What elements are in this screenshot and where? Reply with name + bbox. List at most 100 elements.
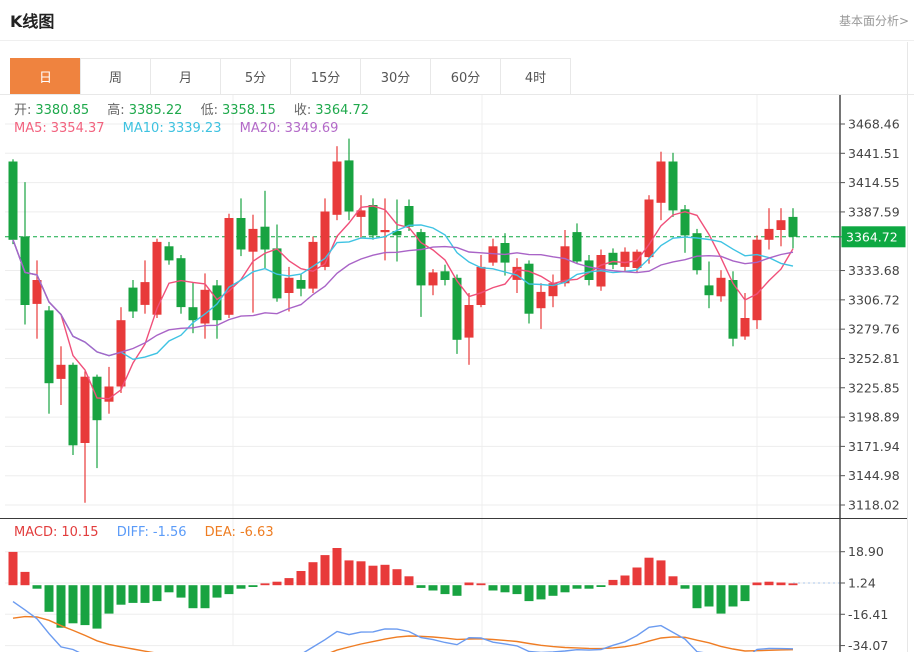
macd-header: MACD: 10.15 DIFF: -1.56 DEA: -6.63 — [14, 525, 274, 540]
diff-line — [13, 602, 793, 652]
tab-4时[interactable]: 4时 — [500, 58, 571, 95]
tab-30分[interactable]: 30分 — [360, 58, 431, 95]
price-axis-tick-label: 3225.85 — [848, 380, 900, 395]
price-axis-tick-label: 3414.55 — [848, 175, 900, 190]
candle — [573, 232, 582, 261]
candle — [705, 285, 714, 295]
macd-label: MACD: — [14, 525, 57, 540]
kline-chart[interactable]: 3468.46 3441.51 3414.55 3387.59 3364.72 3333.… — [0, 95, 914, 652]
current-price-tag-value: 3364.72 — [846, 229, 898, 244]
macd-axis-labels: 18.901.24-16.41-34.07 — [840, 544, 888, 652]
open-label: 开: — [14, 103, 31, 118]
candle — [765, 229, 774, 240]
tab-周[interactable]: 周 — [80, 58, 151, 95]
macd-histogram — [9, 548, 798, 629]
price-axis-tick-label: 3468.46 — [848, 117, 900, 132]
candle — [249, 229, 258, 252]
tab-5分[interactable]: 5分 — [220, 58, 291, 95]
candle — [453, 278, 462, 340]
price-axis-labels: 3468.46 3441.51 3414.55 3387.59 3364.72 3333.… — [833, 117, 906, 513]
dea-label: DEA: — [205, 525, 236, 540]
macd-axis-tick-label: 1.24 — [848, 576, 876, 591]
candle — [717, 278, 726, 297]
candle — [45, 310, 54, 383]
price-axis-tick-label: 3171.94 — [848, 439, 900, 454]
header-divider — [0, 40, 914, 41]
close-value: 3364.72 — [315, 103, 369, 118]
candle — [657, 162, 666, 203]
tab-月[interactable]: 月 — [150, 58, 221, 95]
candle — [285, 278, 294, 293]
candle — [669, 162, 678, 211]
tab-15分[interactable]: 15分 — [290, 58, 361, 95]
candle — [141, 282, 150, 305]
price-axis-tick-label: 3118.02 — [848, 498, 900, 513]
candle — [777, 220, 786, 230]
diff-value: -1.56 — [153, 525, 187, 540]
candle — [501, 243, 510, 263]
candle — [189, 307, 198, 320]
price-axis-tick-label: 3198.89 — [848, 410, 900, 425]
ma20-value: 3349.69 — [285, 121, 339, 136]
candle — [105, 387, 114, 402]
candle — [405, 206, 414, 227]
dea-value: -6.63 — [240, 525, 274, 540]
candle — [753, 240, 762, 321]
candle — [297, 280, 306, 289]
candle — [333, 162, 342, 215]
macd-axis-tick-label: 18.90 — [848, 544, 884, 559]
candle — [561, 246, 570, 283]
page-right-border — [907, 42, 908, 652]
price-axis-tick-label: 3252.81 — [848, 351, 900, 366]
candle — [477, 267, 486, 305]
tab-60分[interactable]: 60分 — [430, 58, 501, 95]
candle — [81, 377, 90, 443]
candle — [381, 230, 390, 232]
ma20-label: MA20: — [240, 121, 281, 136]
price-axis-tick-label: 3279.76 — [848, 322, 900, 337]
macd-axis-tick-label: -34.07 — [848, 638, 888, 652]
ma10-label: MA10: — [123, 121, 164, 136]
price-axis-tick-label: 3144.98 — [848, 468, 900, 483]
ma5-label: MA5: — [14, 121, 47, 136]
candle — [417, 232, 426, 285]
price-axis-tick-label: 3441.51 — [848, 146, 900, 161]
diff-label: DIFF: — [117, 525, 149, 540]
high-label: 高: — [107, 103, 124, 118]
low-label: 低: — [201, 103, 218, 118]
candle — [369, 205, 378, 235]
candle — [225, 218, 234, 315]
candle — [537, 292, 546, 308]
ma-header: MA5:3354.37 MA10:3339.23 MA20:3349.69 — [14, 121, 338, 136]
high-value: 3385.22 — [129, 103, 183, 118]
price-axis-tick-label: 3306.72 — [848, 292, 900, 307]
price-axis-tick-label: 3387.59 — [848, 204, 900, 219]
candle — [261, 227, 270, 250]
candle — [621, 252, 630, 267]
price-axis-tick-label: 3333.68 — [848, 263, 900, 278]
ohlc-header: 开:3380.85 高:3385.22 低:3358.15 收:3364.72 — [14, 99, 369, 118]
candle — [57, 365, 66, 379]
ma5-value: 3354.37 — [51, 121, 105, 136]
candle — [153, 242, 162, 315]
candle — [345, 160, 354, 211]
candle — [177, 258, 186, 307]
candles — [9, 139, 798, 503]
candle — [129, 288, 138, 312]
candle — [465, 305, 474, 338]
candle — [165, 246, 174, 260]
macd-value: 10.15 — [61, 525, 98, 540]
interval-tabbar: 日周月5分15分30分60分4时 — [10, 58, 571, 95]
candle — [69, 365, 78, 446]
fundamental-analysis-link[interactable]: 基本面分析> — [839, 12, 909, 29]
price-gridlines — [5, 124, 840, 505]
candle — [741, 318, 750, 337]
kline-page: K线图 基本面分析> 日周月5分15分30分60分4时 3468.46 3441.… — [0, 0, 914, 652]
close-label: 收: — [294, 103, 311, 118]
tab-日[interactable]: 日 — [10, 58, 81, 95]
candle — [789, 217, 798, 237]
page-title: K线图 — [10, 8, 54, 32]
candle — [429, 272, 438, 285]
candle — [237, 218, 246, 250]
candle — [9, 162, 18, 240]
